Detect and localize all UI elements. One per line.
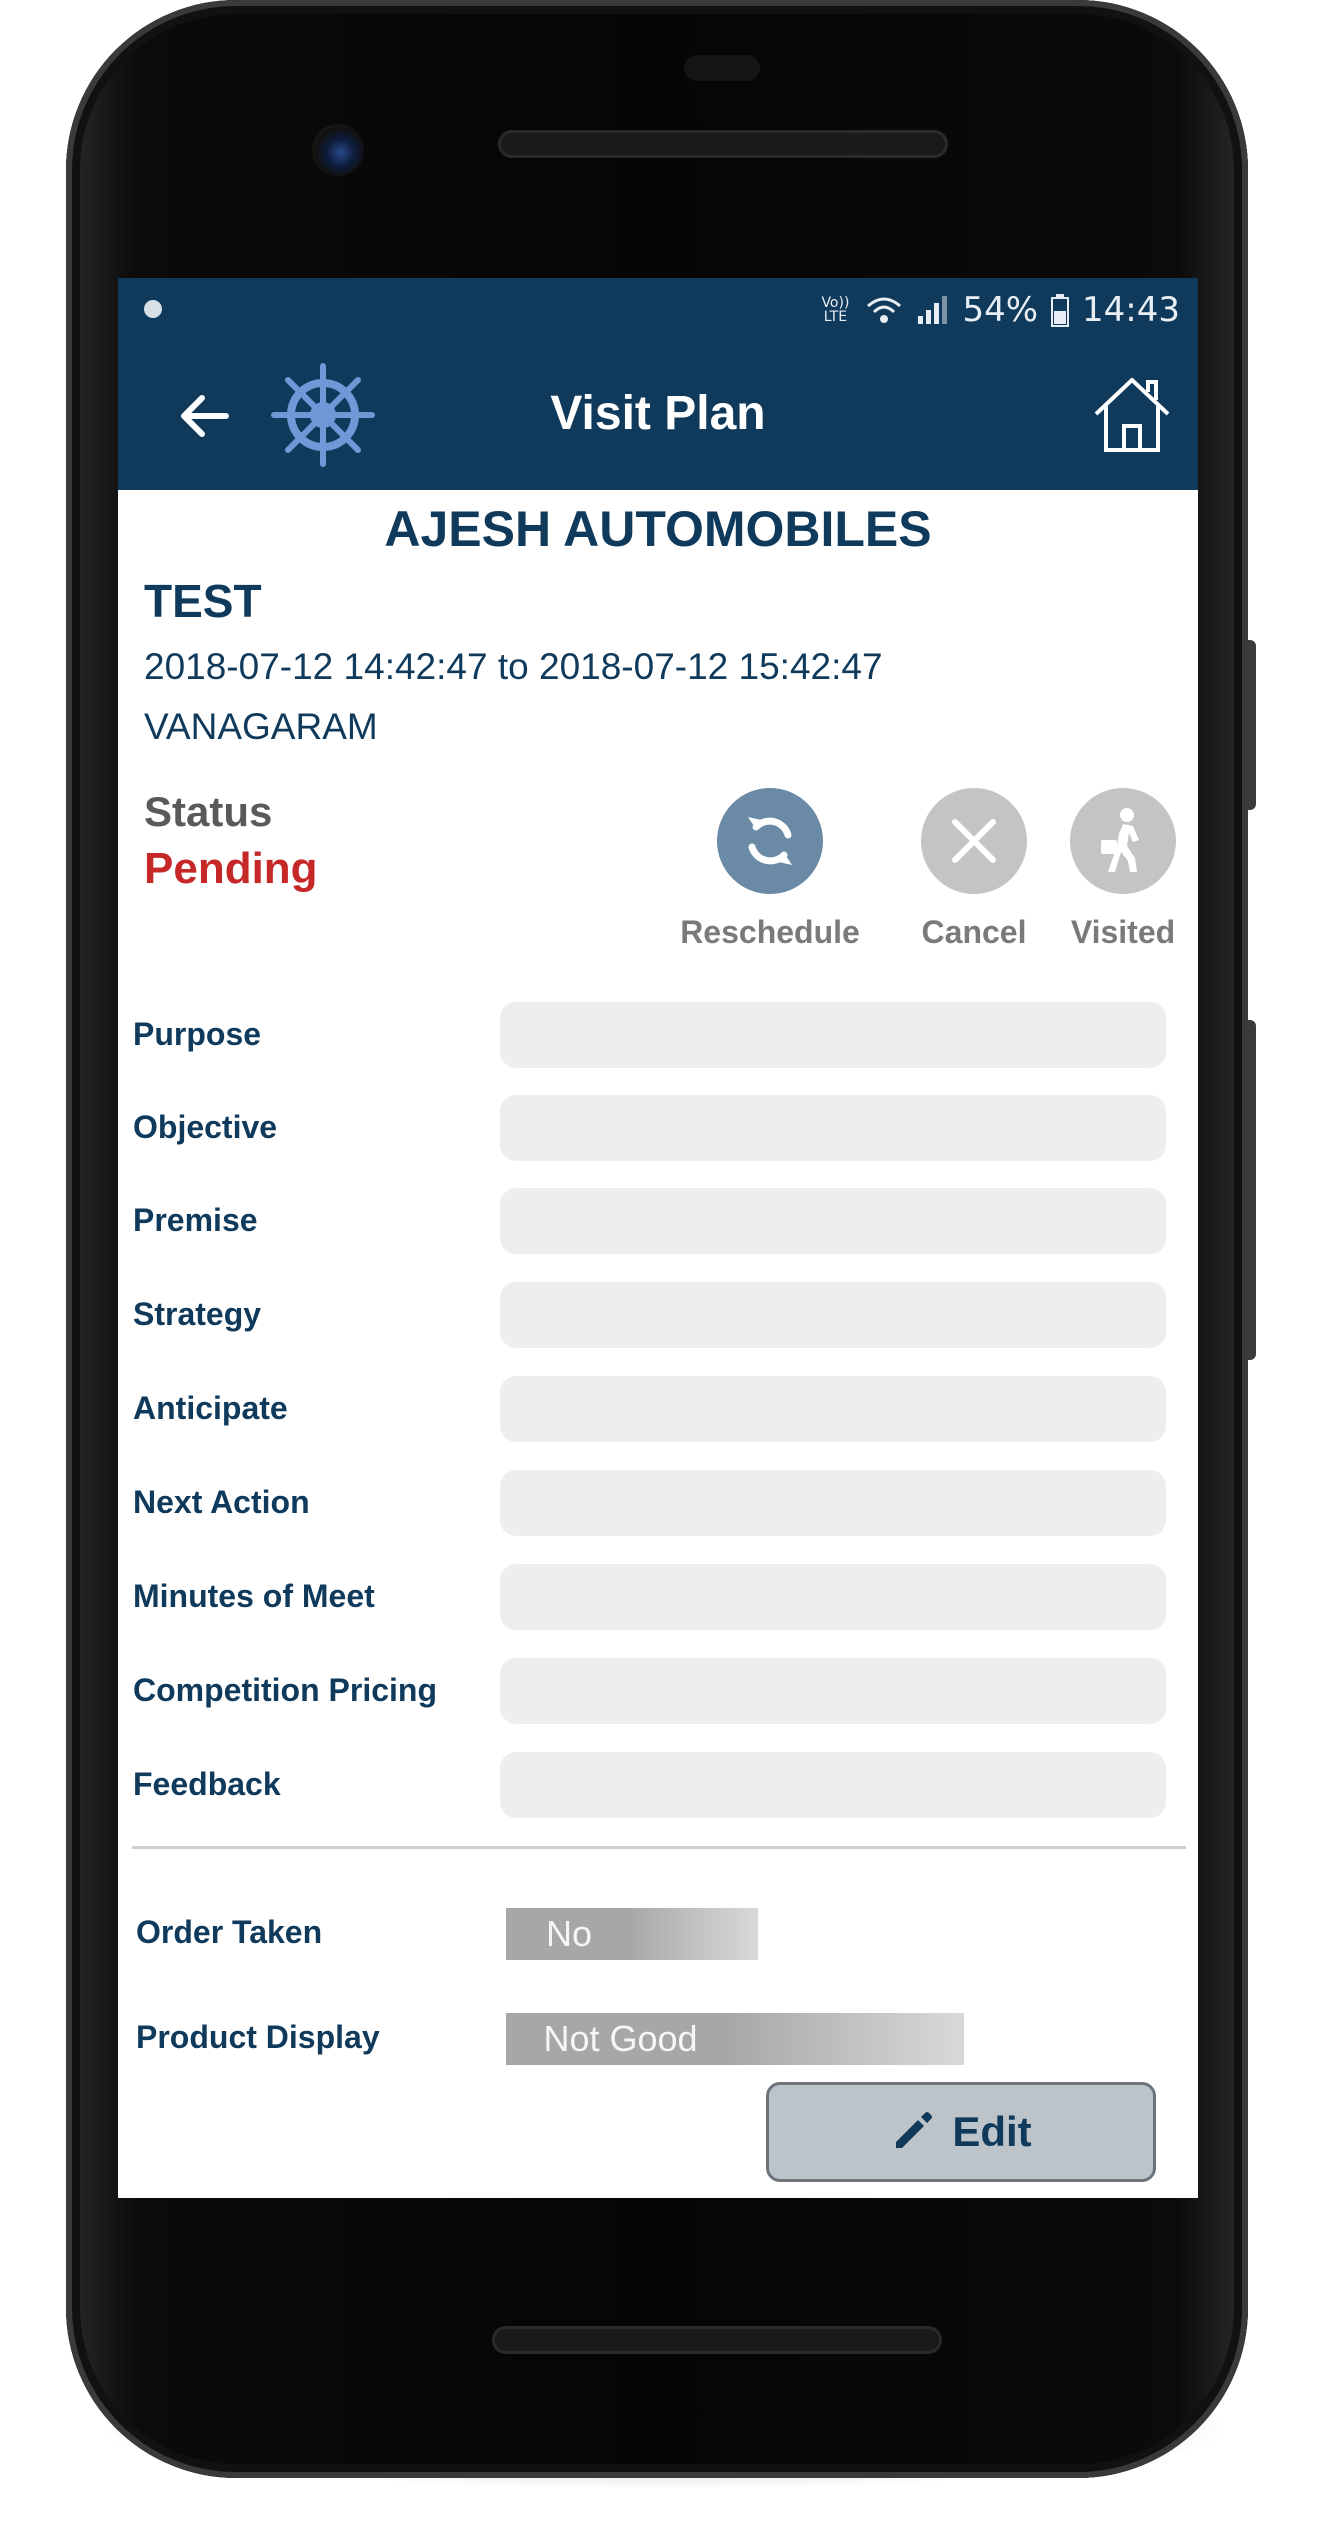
edit-button[interactable]: Edit [766,2082,1156,2182]
status-label: Status [144,788,273,835]
signal-icon [918,296,948,324]
product-display-selector[interactable]: Not Good [506,2013,964,2065]
battery-icon [1051,294,1070,327]
minutes-of-meet-field[interactable] [500,1564,1166,1630]
battery-percentage: 54% [962,290,1039,330]
refresh-icon [748,817,792,865]
field-row-competition-pricing: Competition Pricing [118,1658,1198,1724]
purpose-field[interactable] [500,1002,1166,1068]
field-label: Anticipate [133,1390,288,1426]
proximity-sensor [684,55,760,81]
front-camera [312,124,364,176]
field-label: Competition Pricing [133,1672,437,1708]
order-taken-label: Order Taken [136,1914,323,1950]
field-row-strategy: Strategy [118,1282,1198,1348]
reschedule-circle [717,788,823,894]
page-title: Visit Plan [550,387,766,440]
wifi-icon [867,297,902,323]
edit-label: Edit [952,2108,1032,2155]
cancel-label: Cancel [921,914,1027,950]
field-label: Premise [133,1202,258,1238]
premise-field[interactable] [500,1188,1166,1254]
visited-button[interactable]: Visited [1058,788,1188,951]
feedback-field[interactable] [500,1752,1166,1818]
next-action-field[interactable] [500,1470,1166,1536]
bottom-speaker [492,2326,942,2354]
order-taken-track [632,1908,758,1960]
strategy-field[interactable] [500,1282,1166,1348]
status-bar: Vo)) LTE 54% 14:43 [118,278,1198,342]
pencil-icon [896,2112,933,2148]
reschedule-button[interactable]: Reschedule [670,788,870,951]
section-divider [132,1846,1186,1849]
field-label: Feedback [133,1766,281,1802]
status-value: Pending [144,844,318,893]
company-name: AJESH AUTOMOBILES [384,501,932,557]
field-label: Minutes of Meet [133,1578,375,1614]
visit-name: TEST [144,575,262,627]
network-type-label: Vo)) LTE [821,295,850,325]
visited-circle [1070,788,1176,894]
order-taken-value: No [506,1908,632,1960]
product-display-value: Not Good [506,2013,735,2065]
cancel-button[interactable]: Cancel [904,788,1044,951]
field-row-purpose: Purpose [118,1002,1198,1068]
clock: 14:43 [1082,290,1180,330]
field-label: Objective [133,1109,278,1145]
competition-pricing-field[interactable] [500,1658,1166,1724]
earpiece-speaker [498,130,948,158]
status-indicators: Vo)) LTE 54% 14:43 [818,288,1180,332]
close-icon [952,819,996,863]
field-label: Next Action [133,1484,310,1520]
field-row-minutes-of-meet: Minutes of Meet [118,1564,1198,1630]
field-row-next-action: Next Action [118,1470,1198,1536]
power-button [1242,640,1256,810]
field-label: Purpose [133,1016,262,1052]
visited-label: Visited [1070,914,1176,950]
field-row-anticipate: Anticipate [118,1376,1198,1442]
reschedule-label: Reschedule [680,914,860,950]
visit-date-range: 2018-07-12 14:42:47 to 2018-07-12 15:42:… [144,646,883,687]
volume-button [1242,1020,1256,1360]
field-row-feedback: Feedback [118,1752,1198,1818]
objective-field[interactable] [500,1095,1166,1161]
product-display-track [735,2013,964,2065]
field-label: Strategy [133,1296,262,1332]
app-screen: Vo)) LTE 54% 14:43 Visit Plan AJESH AUTO… [118,278,1198,2198]
field-row-premise: Premise [118,1188,1198,1254]
notification-icon [144,300,162,318]
cancel-circle [921,788,1027,894]
walking-person-icon [1101,808,1139,872]
product-display-label: Product Display [136,2019,380,2055]
visit-location: VANAGARAM [144,706,378,747]
home-icon[interactable] [1090,372,1174,456]
app-bar: Visit Plan [118,342,1198,490]
anticipate-field[interactable] [500,1376,1166,1442]
order-taken-toggle[interactable]: No [506,1908,758,1960]
field-row-objective: Objective [118,1095,1198,1161]
